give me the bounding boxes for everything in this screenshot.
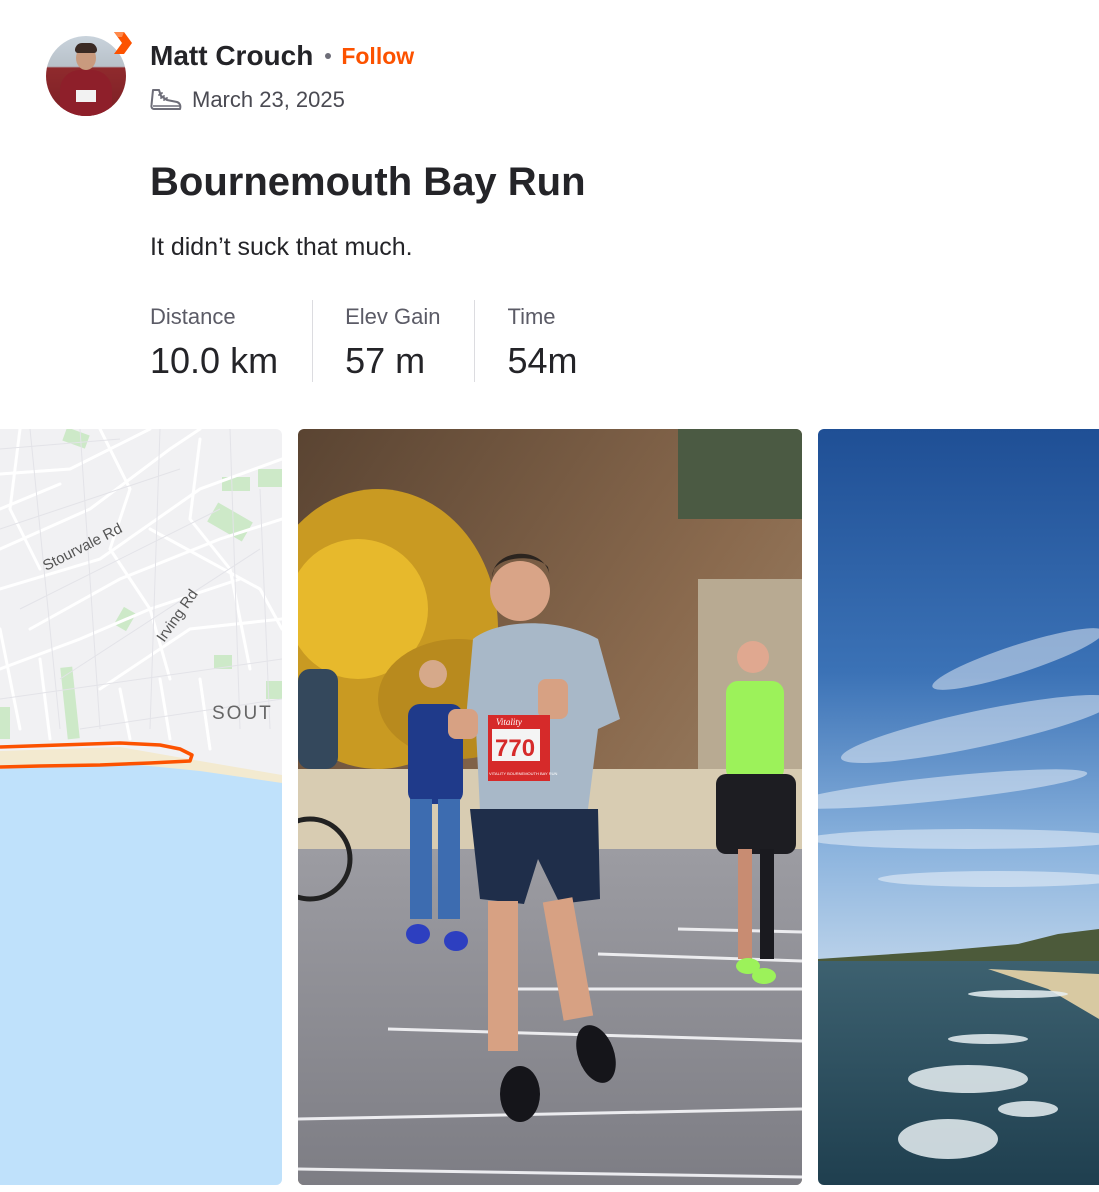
activity-photo[interactable]: Vitality 770 VITALITY BOURNEMOUTH BAY RU… — [298, 429, 802, 1185]
bib-number: 770 — [495, 735, 535, 762]
stat-label: Time — [507, 304, 556, 329]
sea-area — [0, 763, 282, 1185]
bib-caption: VITALITY BOURNEMOUTH BAY RUN — [489, 771, 557, 776]
stat-distance: Distance 10.0 km — [150, 300, 314, 382]
stat-label: Distance — [150, 304, 236, 329]
running-shoe-icon — [150, 89, 182, 110]
activity-photo[interactable] — [818, 429, 1099, 1185]
activity-description: It didn’t suck that much. — [150, 233, 413, 261]
route-map[interactable]: Stourvale Rd Irving Rd SOUT — [0, 429, 282, 1185]
activity-title[interactable]: Bournemouth Bay Run — [150, 160, 586, 205]
athlete-name[interactable]: Matt Crouch — [150, 40, 313, 72]
activity-meta: March 23, 2025 — [150, 87, 345, 113]
map-place-label: SOUT — [212, 703, 273, 724]
stat-label: Elev Gain — [345, 304, 441, 329]
media-gallery: Stourvale Rd Irving Rd SOUT Vitality 770… — [0, 429, 1099, 1185]
stat-value: 54m — [507, 340, 578, 381]
stat-value: 57 m — [345, 340, 426, 381]
separator-dot — [325, 53, 332, 59]
athlete-header: Matt Crouch Follow — [150, 40, 414, 72]
activity-date: March 23, 2025 — [192, 87, 345, 112]
bib-brand: Vitality — [496, 717, 522, 727]
follow-button[interactable]: Follow — [341, 43, 414, 70]
stat-elev-gain: Elev Gain 57 m — [345, 300, 476, 382]
athlete-avatar-link[interactable] — [46, 32, 132, 116]
activity-stats: Distance 10.0 km Elev Gain 57 m Time 54m — [150, 300, 643, 382]
subscriber-badge-icon — [114, 32, 132, 54]
stat-time: Time 54m — [507, 300, 611, 382]
stat-value: 10.0 km — [150, 340, 279, 381]
